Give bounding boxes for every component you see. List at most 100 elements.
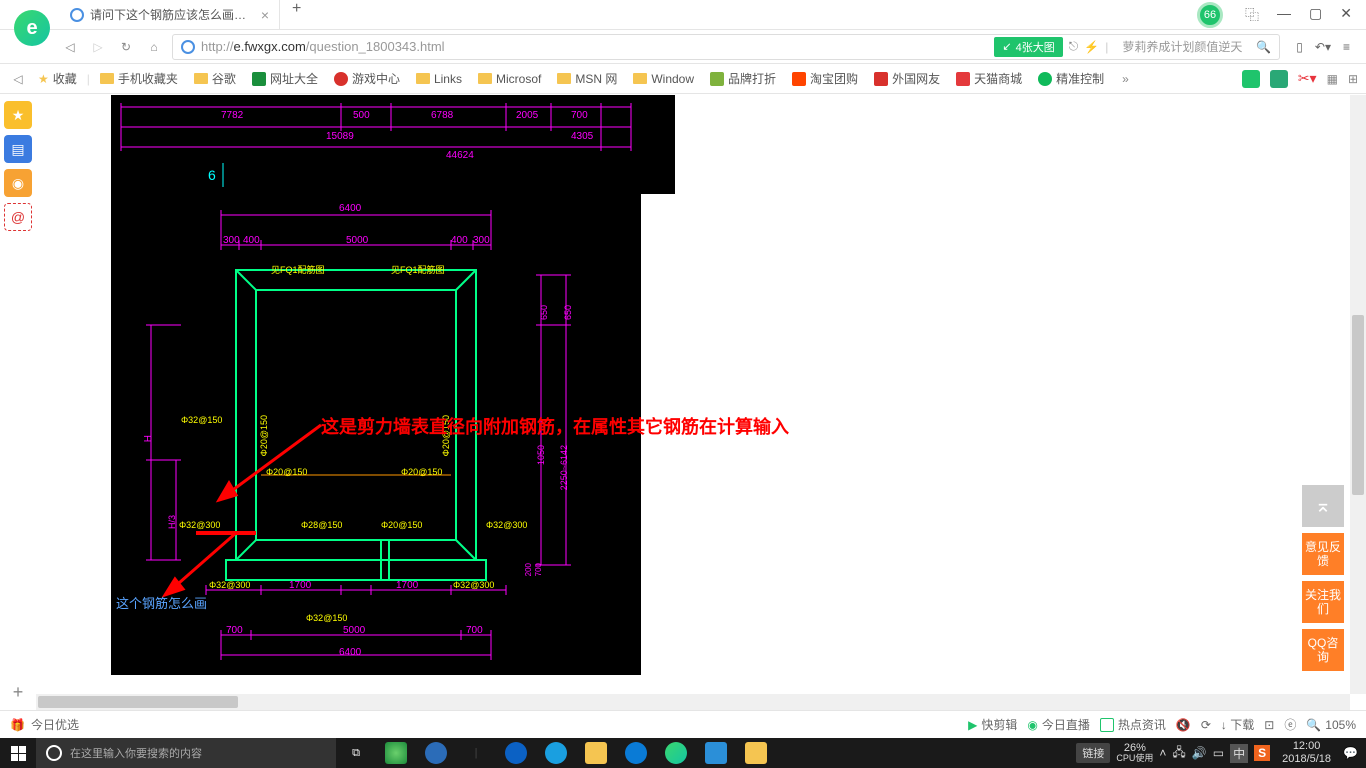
bm-google[interactable]: 谷歌: [188, 70, 242, 87]
tray-notif-icon[interactable]: 💬: [1343, 746, 1358, 760]
app-q[interactable]: [616, 738, 656, 768]
bm-foreign[interactable]: 外国网友: [868, 70, 946, 87]
feedback-button[interactable]: 意见反馈: [1302, 533, 1344, 575]
qq-consult-button[interactable]: QQ咨询: [1302, 629, 1344, 671]
app-blue[interactable]: [696, 738, 736, 768]
dim: 300: [473, 235, 490, 246]
dim: 700: [466, 625, 483, 636]
status-refresh-icon[interactable]: ⟳: [1201, 718, 1211, 732]
tray-link[interactable]: 链接: [1076, 743, 1110, 763]
app-edge[interactable]: [496, 738, 536, 768]
panel-favorites-icon[interactable]: ★: [4, 101, 32, 129]
reader-icon[interactable]: ▯: [1296, 40, 1303, 54]
status-news[interactable]: 热点资讯: [1100, 716, 1166, 733]
tray-up-icon[interactable]: ˄: [1159, 746, 1166, 760]
app-360b[interactable]: [656, 738, 696, 768]
tab-active[interactable]: 请问下这个钢筋应该怎么画？_广 ×: [60, 0, 280, 30]
home-button[interactable]: ⌂: [144, 37, 164, 57]
site-icon: [181, 40, 195, 54]
tray-cpu[interactable]: 26%CPU使用: [1116, 742, 1153, 764]
status-ie-icon[interactable]: ⓔ: [1284, 716, 1296, 733]
scrollbar-horizontal[interactable]: [36, 694, 1350, 710]
maximize-icon[interactable]: ▢: [1309, 5, 1322, 25]
dim: 5000: [346, 235, 368, 246]
bm-games[interactable]: 游戏中心: [328, 70, 406, 87]
bm-brand[interactable]: 品牌打折: [704, 70, 782, 87]
ext-net-icon[interactable]: ▦: [1327, 72, 1338, 86]
status-mute-icon[interactable]: 🔇: [1176, 718, 1191, 732]
forward-button[interactable]: ▷: [88, 37, 108, 57]
status-clip[interactable]: ▶快剪辑: [968, 716, 1017, 733]
undo-icon[interactable]: ↶▾: [1315, 40, 1331, 54]
bm-msn[interactable]: MSN 网: [551, 70, 623, 87]
rebar: Φ20@150: [259, 415, 269, 456]
ext-shield-icon[interactable]: [1242, 70, 1260, 88]
scroll-top-button[interactable]: ⌅: [1302, 485, 1344, 527]
menu-icon[interactable]: ≡: [1343, 40, 1350, 54]
follow-button[interactable]: 关注我们: [1302, 581, 1344, 623]
browser-logo[interactable]: e: [14, 10, 50, 46]
ext-account-icon[interactable]: [1270, 70, 1288, 88]
taskbar-apps: ⧉ |: [336, 738, 776, 768]
tab-close-icon[interactable]: ×: [261, 7, 269, 23]
tray-net-icon[interactable]: 🖧: [1172, 743, 1185, 764]
speed-icon[interactable]: ⚡: [1084, 40, 1099, 54]
scrollbar-vertical[interactable]: [1350, 95, 1366, 694]
window-menu-icon[interactable]: ⿻: [1245, 5, 1259, 25]
app-ie[interactable]: [416, 738, 456, 768]
app-360[interactable]: [376, 738, 416, 768]
bm-links[interactable]: Links: [410, 72, 468, 86]
url-box[interactable]: http://e.fwxgx.com/question_1800343.html…: [172, 34, 1280, 60]
favorites-button[interactable]: ★收藏: [32, 70, 83, 87]
add-panel-button[interactable]: +: [6, 680, 30, 704]
tray-vol-icon[interactable]: 🔊: [1192, 746, 1207, 760]
status-download[interactable]: ↓ 下载: [1221, 716, 1254, 733]
status-zoom[interactable]: 🔍 105%: [1306, 718, 1356, 732]
bm-taobao[interactable]: 淘宝团购: [786, 70, 864, 87]
reload-button[interactable]: ↻: [116, 37, 136, 57]
minimize-icon[interactable]: —: [1277, 5, 1291, 25]
bm-precise[interactable]: 精准控制: [1032, 70, 1110, 87]
status-live[interactable]: ◉今日直播: [1027, 716, 1090, 733]
bm-window[interactable]: Window: [627, 72, 700, 86]
status-promo[interactable]: 🎁 今日优选: [10, 716, 79, 733]
tray-batt-icon[interactable]: ▭: [1213, 746, 1224, 760]
bm-sites[interactable]: 网址大全: [246, 70, 324, 87]
search-icon[interactable]: 🔍: [1256, 40, 1271, 54]
screenshot-icon[interactable]: ✂▾: [1298, 70, 1317, 87]
app-notes[interactable]: [736, 738, 776, 768]
panel-at-icon[interactable]: @: [4, 203, 32, 231]
ext-grid-icon[interactable]: ⊞: [1348, 72, 1358, 86]
app-taskview[interactable]: ⧉: [336, 738, 376, 768]
tray-sogou[interactable]: S: [1254, 745, 1270, 761]
rebar: Φ32@300: [209, 580, 250, 590]
app-explorer[interactable]: [576, 738, 616, 768]
rebar: Φ32@300: [179, 520, 220, 530]
window-controls: ⿻ — ▢ ✕: [1231, 5, 1366, 25]
new-tab-button[interactable]: +: [280, 0, 313, 30]
app-ie2[interactable]: [536, 738, 576, 768]
system-tray: 链接 26%CPU使用 ˄ 🖧 🔊 ▭ 中 S 12:002018/5/18 💬: [1068, 740, 1366, 766]
start-button[interactable]: [0, 738, 36, 768]
bookbar-more-icon[interactable]: »: [1114, 72, 1137, 86]
cad-canvas: 7782 500 6788 2005 700 15089 4305 44624 …: [111, 95, 641, 675]
taskbar-search[interactable]: 在这里输入你要搜索的内容: [36, 738, 336, 768]
back-button[interactable]: ◁: [60, 37, 80, 57]
bookbar-left-icon[interactable]: ◁: [8, 69, 28, 89]
tray-ime[interactable]: 中: [1230, 744, 1248, 763]
search-hint[interactable]: 萝莉养成计划颜值逆天: [1114, 38, 1250, 55]
accelerator-badge[interactable]: 66: [1197, 2, 1223, 28]
bm-ms[interactable]: Microsof: [472, 72, 547, 86]
annotation-red: 这是剪力墙表直径向附加钢筋，在属性其它钢筋在计算输入: [321, 413, 789, 439]
panel-weibo-icon[interactable]: ◉: [4, 169, 32, 197]
address-bar: ◁ ▷ ↻ ⌂ http://e.fwxgx.com/question_1800…: [0, 30, 1366, 64]
bm-mobile[interactable]: 手机收藏夹: [94, 70, 184, 87]
bm-tmall[interactable]: 天猫商城: [950, 70, 1028, 87]
image-count-badge[interactable]: ↙ 4张大图: [994, 37, 1062, 57]
status-pip-icon[interactable]: ⊡: [1264, 718, 1274, 732]
panel-news-icon[interactable]: ▤: [4, 135, 32, 163]
share-icon[interactable]: ⎋: [1069, 39, 1079, 54]
cortana-icon: [46, 745, 62, 761]
close-window-icon[interactable]: ✕: [1340, 5, 1352, 25]
tray-clock[interactable]: 12:002018/5/18: [1276, 740, 1337, 766]
